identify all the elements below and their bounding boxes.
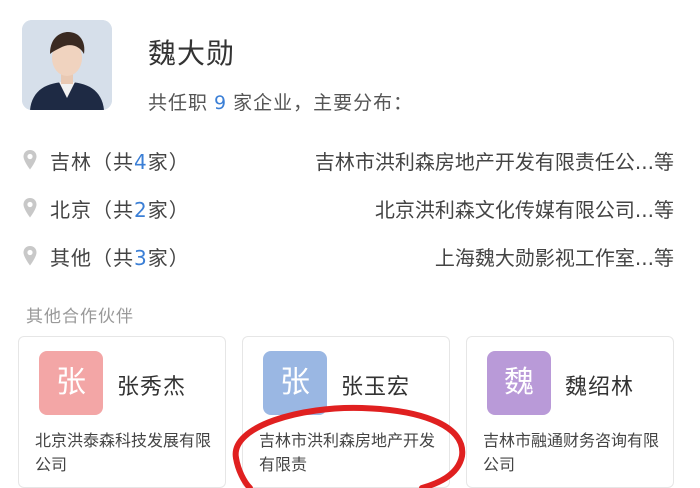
region-name: 北京: [50, 198, 92, 222]
partner-name: 魏绍林: [565, 375, 635, 400]
region-count-open: （共: [92, 198, 134, 222]
avatar-photo: [22, 20, 112, 110]
partner-company: 吉林市洪利森房地产开发有限责: [259, 431, 436, 474]
region-label: 北京（共2家）: [50, 194, 190, 223]
partner-name: 张秀杰: [117, 375, 187, 400]
region-count-close: 家）: [147, 198, 190, 222]
region-label: 其他（共3家）: [50, 242, 190, 271]
region-company: 北京洪利森文化传媒有限公司...等: [374, 198, 674, 222]
region-count-open: （共: [92, 246, 134, 270]
region-count-close: 家）: [147, 246, 190, 270]
region-company: 吉林市洪利森房地产开发有限责任公...等: [314, 150, 674, 174]
partners-section-title: 其他合作伙伴: [26, 307, 134, 327]
summary-prefix: 共任职: [148, 92, 209, 114]
region-count-open: （共: [92, 150, 134, 174]
person-name: 魏大勋: [148, 37, 236, 70]
partner-company: 吉林市融通财务咨询有限公司: [483, 431, 660, 474]
location-pin-icon: [23, 150, 37, 170]
region-count-close: 家）: [147, 150, 190, 174]
partner-name: 张玉宏: [341, 375, 411, 400]
partner-card[interactable]: 张 张玉宏 吉林市洪利森房地产开发有限责: [242, 336, 450, 488]
partner-company: 北京洪泰森科技发展有限公司: [35, 431, 212, 474]
partner-avatar-badge: 张: [39, 351, 103, 415]
employment-summary: 共任职 9 家企业，主要分布：: [148, 88, 413, 115]
region-name: 吉林: [50, 150, 92, 174]
partner-card[interactable]: 魏 魏绍林 吉林市融通财务咨询有限公司: [466, 336, 674, 488]
region-company: 上海魏大勋影视工作室...等: [434, 246, 674, 270]
avatar[interactable]: [22, 20, 112, 110]
partner-avatar-badge: 魏: [487, 351, 551, 415]
partner-avatar-badge: 张: [263, 351, 327, 415]
location-pin-icon: [23, 246, 37, 266]
region-count: 4: [134, 150, 148, 174]
summary-suffix: 家企业，主要分布：: [233, 92, 414, 114]
region-label: 吉林（共4家）: [50, 146, 190, 175]
region-row-jilin[interactable]: 吉林（共4家） 吉林市洪利森房地产开发有限责任公...等: [0, 140, 700, 180]
location-pin-icon: [23, 198, 37, 218]
region-count: 3: [134, 246, 148, 270]
region-row-other[interactable]: 其他（共3家） 上海魏大勋影视工作室...等: [0, 236, 700, 276]
partner-card[interactable]: 张 张秀杰 北京洪泰森科技发展有限公司: [18, 336, 226, 488]
region-name: 其他: [50, 246, 92, 270]
region-count: 2: [134, 198, 148, 222]
company-count: 9: [214, 92, 228, 114]
region-row-beijing[interactable]: 北京（共2家） 北京洪利森文化传媒有限公司...等: [0, 188, 700, 228]
